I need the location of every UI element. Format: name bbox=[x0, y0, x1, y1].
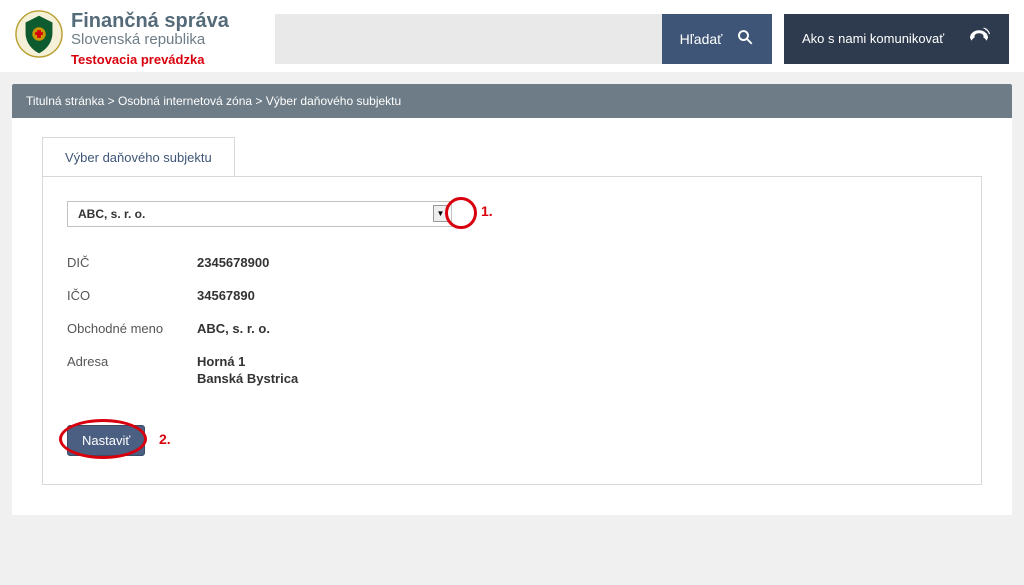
tab-subject-select[interactable]: Výber daňového subjektu bbox=[42, 137, 235, 177]
address-label: Adresa bbox=[67, 354, 197, 388]
breadcrumb-home[interactable]: Titulná stránka bbox=[26, 94, 104, 108]
annotation-label-2: 2. bbox=[159, 431, 171, 447]
phone-icon bbox=[967, 27, 991, 50]
tab-row: Výber daňového subjektu bbox=[42, 136, 982, 176]
search-bar: Hľadať bbox=[275, 14, 772, 64]
title-block: Finančná správa Slovenská republika Test… bbox=[71, 10, 229, 67]
subject-details: DIČ 2345678900 IČO 34567890 Obchodné men… bbox=[67, 255, 957, 387]
subject-select[interactable]: ABC, s. r. o. ▼ bbox=[67, 201, 452, 227]
breadcrumb-current: Výber daňového subjektu bbox=[266, 94, 401, 108]
annotation-label-1: 1. bbox=[481, 203, 493, 219]
search-button-label: Hľadať bbox=[680, 31, 723, 47]
app-logo bbox=[15, 10, 63, 58]
address-line1: Horná 1 bbox=[197, 354, 298, 371]
detail-row-dic: DIČ 2345678900 bbox=[67, 255, 957, 272]
name-value: ABC, s. r. o. bbox=[197, 321, 270, 338]
app-title: Finančná správa bbox=[71, 10, 229, 33]
search-input-wrap bbox=[275, 14, 662, 64]
breadcrumb-sep: > bbox=[255, 94, 265, 108]
app-subtitle: Slovenská republika bbox=[71, 31, 229, 48]
actions: Nastaviť 2. bbox=[67, 425, 957, 456]
page-body: Titulná stránka > Osobná internetová zón… bbox=[0, 72, 1024, 527]
address-line2: Banská Bystrica bbox=[197, 371, 298, 388]
search-icon bbox=[736, 28, 754, 49]
tab-label: Výber daňového subjektu bbox=[65, 150, 212, 165]
breadcrumb-zone[interactable]: Osobná internetová zóna bbox=[118, 94, 252, 108]
ico-label: IČO bbox=[67, 288, 197, 305]
communicate-button[interactable]: Ako s nami komunikovať bbox=[784, 14, 1009, 64]
ico-value: 34567890 bbox=[197, 288, 255, 305]
dic-value: 2345678900 bbox=[197, 255, 269, 272]
annotation-circle-1 bbox=[445, 197, 477, 229]
communicate-label: Ako s nami komunikovať bbox=[802, 31, 944, 46]
detail-row-name: Obchodné meno ABC, s. r. o. bbox=[67, 321, 957, 338]
test-mode-label: Testovacia prevádzka bbox=[71, 52, 229, 67]
logo-block: Finančná správa Slovenská republika Test… bbox=[15, 10, 265, 67]
subject-select-value: ABC, s. r. o. bbox=[67, 201, 452, 227]
detail-row-ico: IČO 34567890 bbox=[67, 288, 957, 305]
detail-row-address: Adresa Horná 1 Banská Bystrica bbox=[67, 354, 957, 388]
dic-label: DIČ bbox=[67, 255, 197, 272]
tab-content: ABC, s. r. o. ▼ 1. DIČ 2345678900 IČO 34… bbox=[42, 176, 982, 485]
name-label: Obchodné meno bbox=[67, 321, 197, 338]
search-button[interactable]: Hľadať bbox=[662, 14, 772, 64]
search-input[interactable] bbox=[285, 31, 652, 47]
main-panel: Výber daňového subjektu ABC, s. r. o. ▼ … bbox=[12, 118, 1012, 515]
breadcrumb-sep: > bbox=[108, 94, 118, 108]
address-value: Horná 1 Banská Bystrica bbox=[197, 354, 298, 388]
header: Finančná správa Slovenská republika Test… bbox=[0, 0, 1024, 72]
breadcrumb: Titulná stránka > Osobná internetová zón… bbox=[12, 84, 1012, 118]
